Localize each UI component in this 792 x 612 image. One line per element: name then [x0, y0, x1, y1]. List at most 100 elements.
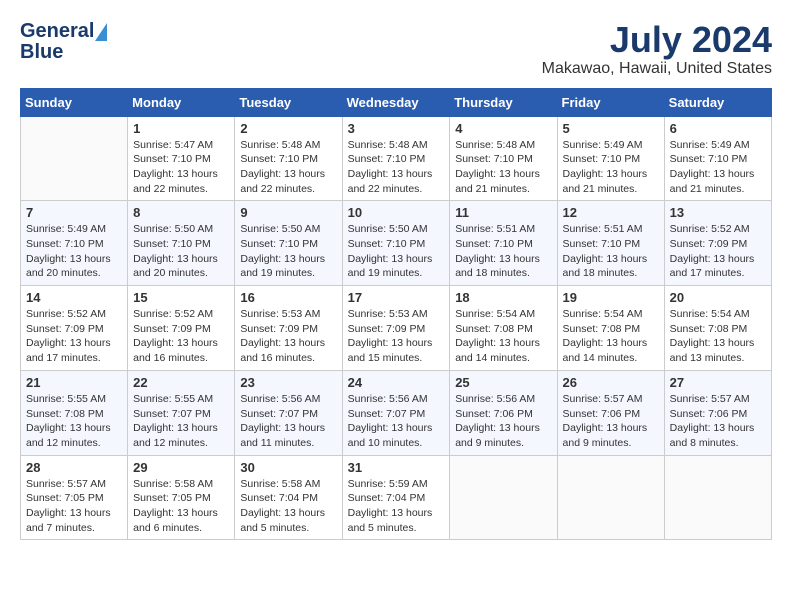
day-info: Sunrise: 5:48 AM Sunset: 7:10 PM Dayligh… — [348, 138, 445, 197]
day-number: 24 — [348, 375, 445, 390]
day-info: Sunrise: 5:58 AM Sunset: 7:05 PM Dayligh… — [133, 477, 229, 536]
day-number: 12 — [563, 205, 659, 220]
header-friday: Friday — [557, 88, 664, 116]
day-info: Sunrise: 5:59 AM Sunset: 7:04 PM Dayligh… — [348, 477, 445, 536]
day-info: Sunrise: 5:52 AM Sunset: 7:09 PM Dayligh… — [670, 222, 766, 281]
calendar-week-1: 1 Sunrise: 5:47 AM Sunset: 7:10 PM Daylig… — [21, 116, 772, 201]
calendar-cell: 21Sunrise: 5:55 AM Sunset: 7:08 PM Dayli… — [21, 370, 128, 455]
calendar-cell: 1 Sunrise: 5:47 AM Sunset: 7:10 PM Daylig… — [128, 116, 235, 201]
day-number: 17 — [348, 290, 445, 305]
calendar-cell: 15 Sunrise: 5:52 AM Sunset: 7:09 PM Dayli… — [128, 286, 235, 371]
calendar-cell: 23Sunrise: 5:56 AM Sunset: 7:07 PM Dayli… — [235, 370, 342, 455]
day-info: Sunrise: 5:55 AM Sunset: 7:08 PM Dayligh… — [26, 392, 122, 451]
calendar-cell: 5 Sunrise: 5:49 AM Sunset: 7:10 PM Daylig… — [557, 116, 664, 201]
page-subtitle: Makawao, Hawaii, United States — [542, 60, 772, 78]
day-info: Sunrise: 5:53 AM Sunset: 7:09 PM Dayligh… — [348, 307, 445, 366]
calendar-table: Sunday Monday Tuesday Wednesday Thursday… — [20, 88, 772, 541]
day-info: Sunrise: 5:57 AM Sunset: 7:06 PM Dayligh… — [670, 392, 766, 451]
calendar-cell: 30Sunrise: 5:58 AM Sunset: 7:04 PM Dayli… — [235, 455, 342, 540]
day-info: Sunrise: 5:48 AM Sunset: 7:10 PM Dayligh… — [455, 138, 551, 197]
calendar-cell: 24 Sunrise: 5:56 AM Sunset: 7:07 PM Dayli… — [342, 370, 450, 455]
day-number: 26 — [563, 375, 659, 390]
header-sunday: Sunday — [21, 88, 128, 116]
calendar-cell: 18Sunrise: 5:54 AM Sunset: 7:08 PM Dayli… — [450, 286, 557, 371]
calendar-cell: 17 Sunrise: 5:53 AM Sunset: 7:09 PM Dayli… — [342, 286, 450, 371]
header-saturday: Saturday — [664, 88, 771, 116]
logo-blue-text: Blue — [20, 41, 63, 64]
calendar-week-5: 28Sunrise: 5:57 AM Sunset: 7:05 PM Dayli… — [21, 455, 772, 540]
header-thursday: Thursday — [450, 88, 557, 116]
day-info: Sunrise: 5:50 AM Sunset: 7:10 PM Dayligh… — [348, 222, 445, 281]
page-header: General Blue July 2024 Makawao, Hawaii, … — [20, 20, 772, 78]
day-info: Sunrise: 5:52 AM Sunset: 7:09 PM Dayligh… — [133, 307, 229, 366]
day-number: 10 — [348, 205, 445, 220]
calendar-cell: 8Sunrise: 5:50 AM Sunset: 7:10 PM Daylig… — [128, 201, 235, 286]
day-number: 29 — [133, 460, 229, 475]
day-info: Sunrise: 5:53 AM Sunset: 7:09 PM Dayligh… — [240, 307, 336, 366]
day-info: Sunrise: 5:50 AM Sunset: 7:10 PM Dayligh… — [240, 222, 336, 281]
day-info: Sunrise: 5:49 AM Sunset: 7:10 PM Dayligh… — [670, 138, 766, 197]
header-tuesday: Tuesday — [235, 88, 342, 116]
logo: General Blue — [20, 20, 107, 64]
day-info: Sunrise: 5:55 AM Sunset: 7:07 PM Dayligh… — [133, 392, 229, 451]
calendar-cell: 4Sunrise: 5:48 AM Sunset: 7:10 PM Daylig… — [450, 116, 557, 201]
day-number: 8 — [133, 205, 229, 220]
calendar-week-4: 21Sunrise: 5:55 AM Sunset: 7:08 PM Dayli… — [21, 370, 772, 455]
day-info: Sunrise: 5:49 AM Sunset: 7:10 PM Dayligh… — [563, 138, 659, 197]
day-info: Sunrise: 5:54 AM Sunset: 7:08 PM Dayligh… — [455, 307, 551, 366]
day-number: 31 — [348, 460, 445, 475]
calendar-cell: 22 Sunrise: 5:55 AM Sunset: 7:07 PM Dayli… — [128, 370, 235, 455]
day-number: 28 — [26, 460, 122, 475]
calendar-cell: 3 Sunrise: 5:48 AM Sunset: 7:10 PM Daylig… — [342, 116, 450, 201]
day-info: Sunrise: 5:54 AM Sunset: 7:08 PM Dayligh… — [563, 307, 659, 366]
day-info: Sunrise: 5:56 AM Sunset: 7:06 PM Dayligh… — [455, 392, 551, 451]
day-number: 22 — [133, 375, 229, 390]
calendar-cell: 10 Sunrise: 5:50 AM Sunset: 7:10 PM Dayli… — [342, 201, 450, 286]
day-info: Sunrise: 5:56 AM Sunset: 7:07 PM Dayligh… — [348, 392, 445, 451]
day-number: 19 — [563, 290, 659, 305]
calendar-week-3: 14Sunrise: 5:52 AM Sunset: 7:09 PM Dayli… — [21, 286, 772, 371]
day-number: 2 — [240, 121, 336, 136]
day-info: Sunrise: 5:57 AM Sunset: 7:06 PM Dayligh… — [563, 392, 659, 451]
day-info: Sunrise: 5:51 AM Sunset: 7:10 PM Dayligh… — [563, 222, 659, 281]
day-number: 6 — [670, 121, 766, 136]
day-number: 15 — [133, 290, 229, 305]
day-info: Sunrise: 5:48 AM Sunset: 7:10 PM Dayligh… — [240, 138, 336, 197]
day-number: 1 — [133, 121, 229, 136]
day-number: 27 — [670, 375, 766, 390]
day-info: Sunrise: 5:52 AM Sunset: 7:09 PM Dayligh… — [26, 307, 122, 366]
calendar-cell: 29 Sunrise: 5:58 AM Sunset: 7:05 PM Dayli… — [128, 455, 235, 540]
logo-general-text: General — [20, 20, 94, 43]
calendar-cell: 6 Sunrise: 5:49 AM Sunset: 7:10 PM Daylig… — [664, 116, 771, 201]
day-number: 9 — [240, 205, 336, 220]
day-number: 3 — [348, 121, 445, 136]
day-info: Sunrise: 5:51 AM Sunset: 7:10 PM Dayligh… — [455, 222, 551, 281]
calendar-cell: 31 Sunrise: 5:59 AM Sunset: 7:04 PM Dayli… — [342, 455, 450, 540]
logo-flag-icon — [95, 23, 107, 41]
calendar-cell: 14Sunrise: 5:52 AM Sunset: 7:09 PM Dayli… — [21, 286, 128, 371]
day-number: 20 — [670, 290, 766, 305]
calendar-cell: 27 Sunrise: 5:57 AM Sunset: 7:06 PM Dayli… — [664, 370, 771, 455]
day-number: 16 — [240, 290, 336, 305]
calendar-cell: 19 Sunrise: 5:54 AM Sunset: 7:08 PM Dayli… — [557, 286, 664, 371]
calendar-cell: 28Sunrise: 5:57 AM Sunset: 7:05 PM Dayli… — [21, 455, 128, 540]
day-number: 5 — [563, 121, 659, 136]
day-info: Sunrise: 5:47 AM Sunset: 7:10 PM Dayligh… — [133, 138, 229, 197]
header-wednesday: Wednesday — [342, 88, 450, 116]
calendar-cell: 26 Sunrise: 5:57 AM Sunset: 7:06 PM Dayli… — [557, 370, 664, 455]
day-number: 30 — [240, 460, 336, 475]
day-number: 7 — [26, 205, 122, 220]
title-block: July 2024 Makawao, Hawaii, United States — [542, 20, 772, 78]
day-number: 13 — [670, 205, 766, 220]
calendar-cell: 7Sunrise: 5:49 AM Sunset: 7:10 PM Daylig… — [21, 201, 128, 286]
calendar-cell: 11Sunrise: 5:51 AM Sunset: 7:10 PM Dayli… — [450, 201, 557, 286]
calendar-cell: 13 Sunrise: 5:52 AM Sunset: 7:09 PM Dayli… — [664, 201, 771, 286]
calendar-cell: 12 Sunrise: 5:51 AM Sunset: 7:10 PM Dayli… — [557, 201, 664, 286]
calendar-header-row: Sunday Monday Tuesday Wednesday Thursday… — [21, 88, 772, 116]
calendar-cell: 20Sunrise: 5:54 AM Sunset: 7:08 PM Dayli… — [664, 286, 771, 371]
header-monday: Monday — [128, 88, 235, 116]
day-number: 23 — [240, 375, 336, 390]
calendar-cell: 9 Sunrise: 5:50 AM Sunset: 7:10 PM Daylig… — [235, 201, 342, 286]
calendar-cell: 2 Sunrise: 5:48 AM Sunset: 7:10 PM Daylig… — [235, 116, 342, 201]
calendar-cell — [450, 455, 557, 540]
